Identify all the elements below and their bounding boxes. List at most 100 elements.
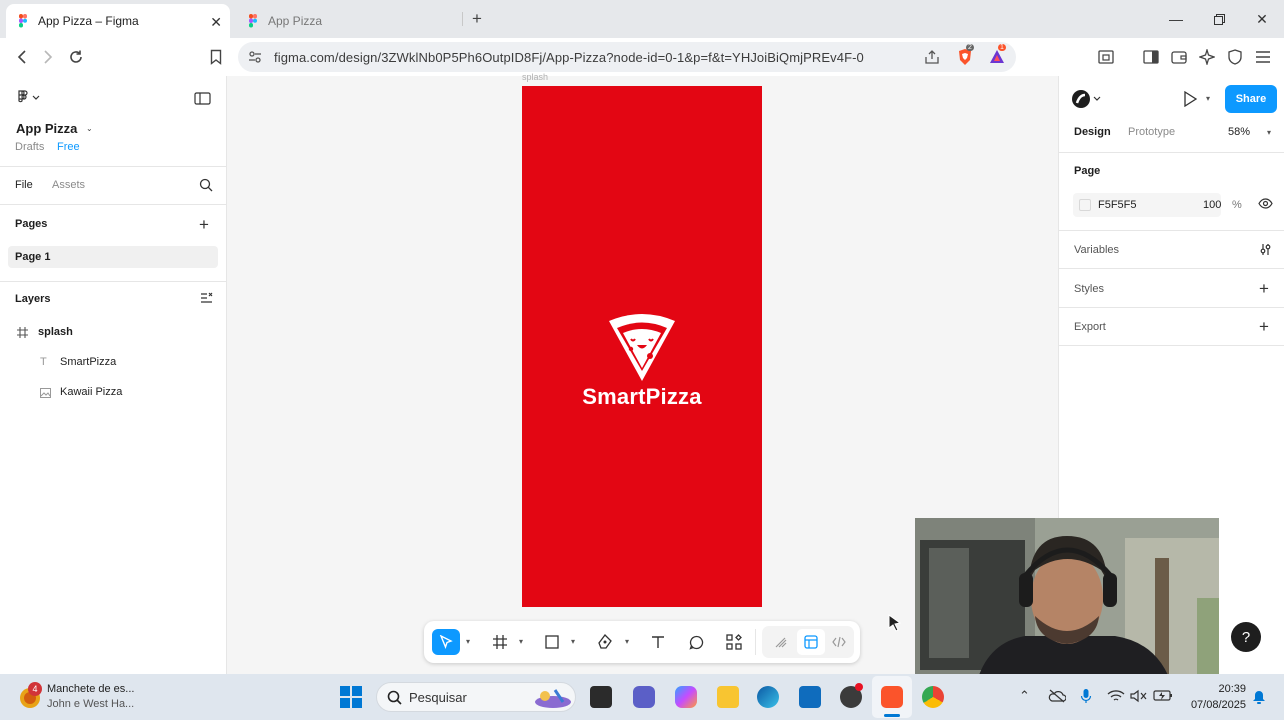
onedrive-icon[interactable]: [1048, 689, 1066, 703]
figma-main-menu[interactable]: [16, 90, 42, 104]
wifi-icon[interactable]: [1107, 689, 1125, 703]
news-subtitle[interactable]: John e West Ha...: [47, 698, 134, 710]
reader-mode-icon[interactable]: [1096, 47, 1116, 67]
close-window-icon[interactable]: ✕: [1250, 8, 1274, 30]
page-color-field[interactable]: F5F5F5 100: [1073, 193, 1221, 217]
dev-mode-icon[interactable]: [825, 629, 853, 655]
color-swatch[interactable]: [1079, 199, 1091, 211]
toggle-ui-icon[interactable]: [194, 92, 211, 105]
variables-settings-icon[interactable]: [1259, 243, 1272, 256]
notification-bell-icon[interactable]: [1252, 690, 1266, 705]
address-bar[interactable]: figma.com/design/3ZWklNb0P5Ph6OutpID8Fj/…: [238, 42, 1016, 72]
brave-browser-icon[interactable]: [881, 686, 903, 708]
vpn-icon[interactable]: [1225, 47, 1245, 67]
page-color-hex[interactable]: F5F5F5: [1098, 199, 1137, 211]
share-page-icon[interactable]: [924, 50, 940, 65]
tab-app-pizza[interactable]: App Pizza: [236, 4, 462, 38]
windows-start-icon[interactable]: [340, 686, 362, 708]
add-page-icon[interactable]: +: [199, 215, 209, 235]
news-title[interactable]: Manchete de es...: [47, 683, 134, 695]
recording-dot: [855, 683, 863, 691]
zoom-level[interactable]: 58%: [1228, 126, 1250, 138]
edge-icon[interactable]: [757, 686, 779, 708]
add-export-icon[interactable]: +: [1259, 317, 1269, 337]
clock-date[interactable]: 07/08/2025: [1181, 699, 1246, 711]
news-widget-icon[interactable]: 4: [16, 682, 46, 712]
pen-tool-icon[interactable]: [591, 629, 619, 655]
wallet-icon[interactable]: [1169, 47, 1189, 67]
leo-ai-icon[interactable]: [1197, 47, 1217, 67]
url-text: figma.com/design/3ZWklNb0P5Ph6OutpID8Fj/…: [274, 50, 864, 65]
minimize-icon[interactable]: —: [1164, 8, 1188, 30]
chevron-down-icon[interactable]: ▾: [466, 637, 470, 646]
new-tab-button[interactable]: +: [472, 9, 482, 29]
chevron-down-icon[interactable]: ▾: [519, 637, 523, 646]
frame-tool-icon[interactable]: [486, 629, 514, 655]
eye-icon[interactable]: [1258, 198, 1273, 209]
taskbar-search[interactable]: Pesquisar: [376, 682, 576, 712]
teams-icon[interactable]: [633, 686, 655, 708]
volume-muted-icon[interactable]: [1130, 689, 1148, 703]
frame-label[interactable]: splash: [522, 72, 548, 82]
chevron-down-icon[interactable]: ▾: [1206, 94, 1210, 103]
store-icon[interactable]: [799, 686, 821, 708]
clock-time[interactable]: 20:39: [1208, 683, 1246, 695]
file-name[interactable]: App Pizza: [16, 121, 77, 136]
export-label[interactable]: Export: [1074, 321, 1106, 333]
variables-label[interactable]: Variables: [1074, 244, 1119, 256]
tab-assets[interactable]: Assets: [52, 179, 85, 191]
tab-file[interactable]: File: [15, 179, 33, 191]
chevron-down-icon[interactable]: ▾: [571, 637, 575, 646]
rectangle-tool-icon[interactable]: [538, 629, 566, 655]
menu-icon[interactable]: [1253, 47, 1273, 67]
brave-shields-icon[interactable]: 2: [956, 44, 974, 66]
file-explorer-icon[interactable]: [717, 686, 739, 708]
layer-row[interactable]: Kawaii Pizza: [0, 382, 227, 404]
splash-frame[interactable]: SmartPizza: [522, 86, 762, 607]
tab-design[interactable]: Design: [1074, 126, 1111, 138]
styles-label[interactable]: Styles: [1074, 283, 1104, 295]
move-tool-icon[interactable]: [432, 629, 460, 655]
show-hidden-icons[interactable]: ⌃: [1019, 688, 1030, 704]
close-tab-icon[interactable]: ✕: [210, 14, 222, 31]
copilot-icon[interactable]: [675, 686, 697, 708]
maximize-icon[interactable]: [1207, 8, 1231, 30]
file-location[interactable]: Drafts: [15, 141, 44, 153]
chevron-down-icon[interactable]: ⌄: [86, 124, 93, 133]
page-item-page-1[interactable]: Page 1: [8, 246, 218, 268]
image-icon: [40, 388, 51, 398]
user-avatar[interactable]: [1071, 90, 1101, 108]
design-mode-icon[interactable]: [797, 629, 825, 655]
tab-divider: [462, 12, 463, 26]
text-tool-icon[interactable]: [644, 629, 672, 655]
chevron-down-icon[interactable]: ▾: [625, 637, 629, 646]
task-view-icon[interactable]: [590, 686, 612, 708]
sidebar-toggle-icon[interactable]: [1141, 47, 1161, 67]
chrome-icon[interactable]: [922, 686, 944, 708]
site-settings-icon[interactable]: [248, 50, 262, 64]
draw-mode-icon[interactable]: [767, 629, 795, 655]
layer-row[interactable]: splash: [0, 322, 227, 344]
microphone-icon[interactable]: [1080, 688, 1092, 704]
divider: [0, 204, 227, 205]
brave-rewards-icon[interactable]: 1: [988, 44, 1006, 66]
tab-app-pizza-figma[interactable]: App Pizza – Figma ✕: [6, 4, 230, 38]
comment-tool-icon[interactable]: [682, 629, 710, 655]
back-icon[interactable]: [12, 47, 32, 67]
layer-row[interactable]: T SmartPizza: [0, 352, 227, 374]
reload-icon[interactable]: [66, 47, 86, 67]
help-button[interactable]: ?: [1231, 622, 1261, 652]
collapse-layers-icon[interactable]: [200, 292, 213, 304]
tab-prototype[interactable]: Prototype: [1128, 126, 1175, 138]
actions-tool-icon[interactable]: [720, 629, 748, 655]
play-icon[interactable]: [1183, 91, 1197, 107]
search-icon[interactable]: [199, 178, 213, 192]
page-opacity[interactable]: 100: [1203, 199, 1221, 211]
plan-badge[interactable]: Free: [57, 141, 80, 153]
add-style-icon[interactable]: +: [1259, 279, 1269, 299]
share-button[interactable]: Share: [1225, 85, 1277, 113]
battery-icon[interactable]: [1153, 689, 1173, 702]
chevron-down-icon[interactable]: ▾: [1267, 128, 1271, 137]
bookmark-icon[interactable]: [206, 47, 226, 67]
forward-icon[interactable]: [38, 47, 58, 67]
